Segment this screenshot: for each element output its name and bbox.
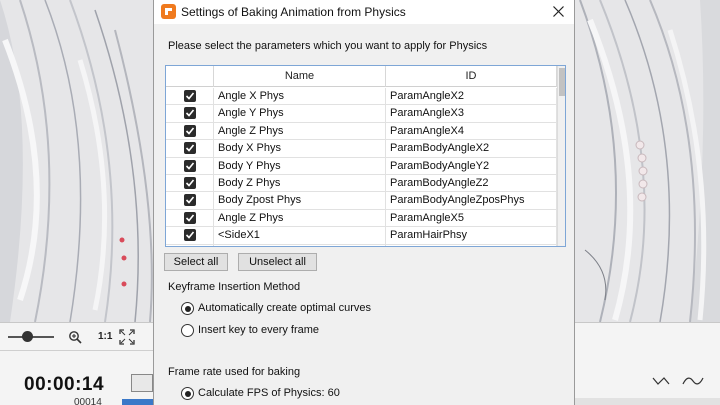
keyframe-method-heading: Keyframe Insertion Method (168, 281, 301, 293)
table-row[interactable]: Body X Phys ParamBodyAngleX2 (166, 140, 557, 158)
cubism-logo-icon (161, 4, 176, 19)
table-row[interactable]: Body Z Phys ParamBodyAngleZ2 (166, 175, 557, 193)
row-checkbox[interactable] (184, 194, 196, 207)
timeline-divider (0, 350, 153, 351)
row-checkbox[interactable] (184, 211, 196, 224)
param-name: Body X Phys (214, 140, 386, 157)
timeline-playhead-bar[interactable] (122, 399, 153, 405)
instruction-text: Please select the parameters which you w… (168, 40, 488, 52)
param-id: ParamAngleX4 (386, 122, 557, 140)
row-checkbox[interactable] (184, 229, 196, 242)
param-id: ParamBodyAngleY2 (386, 157, 557, 174)
param-name: Angle Z Phys (214, 209, 386, 227)
radio-button[interactable] (181, 302, 194, 315)
radio-label: Automatically create optimal curves (198, 302, 372, 314)
param-name: Body Z Phys (214, 175, 386, 192)
param-id: ParamAngleX5 (386, 209, 557, 227)
scrollbar-thumb[interactable] (559, 68, 565, 96)
table-row[interactable]: Angle X Phys ParamAngleX2 (166, 88, 557, 106)
row-checkbox[interactable] (184, 107, 196, 120)
timeline-track (575, 398, 720, 405)
zoom-slider-thumb[interactable] (22, 331, 33, 342)
column-header-id[interactable]: ID (386, 66, 557, 87)
param-id: ParamAngleX2 (386, 88, 557, 105)
row-checkbox[interactable] (184, 159, 196, 172)
param-name: Angle Z Phys (214, 122, 386, 140)
row-checkbox[interactable] (184, 177, 196, 189)
radio-label: Insert key to every frame (198, 324, 320, 336)
row-checkbox[interactable] (184, 90, 196, 102)
param-id: ParamHairPhsy (386, 227, 557, 244)
unselect-all-button[interactable]: Unselect all (238, 253, 317, 271)
close-icon (553, 6, 564, 17)
table-row[interactable] (166, 244, 557, 246)
param-name: Angle Y Phys (214, 105, 386, 122)
parameter-table: Name ID Angle X Phys ParamAngleX2 Angle … (165, 65, 566, 247)
param-id: ParamBodyAngleZ2 (386, 175, 557, 192)
table-scrollbar[interactable] (557, 66, 565, 246)
row-checkbox[interactable] (184, 124, 196, 137)
param-name: Body Zpost Phys (214, 192, 386, 209)
smooth-curve-icon[interactable] (682, 374, 704, 388)
toolbar-right (575, 322, 720, 405)
param-id: ParamAngleX3 (386, 105, 557, 122)
radio-button[interactable] (181, 387, 194, 400)
row-checkbox[interactable] (184, 142, 196, 155)
fit-to-screen-icon[interactable] (119, 329, 135, 345)
param-name: <SideX1 (214, 227, 386, 244)
timecode-display: 00:00:14 (24, 374, 105, 395)
radio-label: Calculate FPS of Physics: 60 (198, 387, 340, 399)
param-id: ParamBodyAngleZposPhys (386, 192, 557, 209)
zoom-ratio-button[interactable]: 1:1 (98, 331, 112, 342)
framerate-heading: Frame rate used for baking (168, 366, 301, 378)
table-row[interactable]: Angle Z Phys ParamAngleX5 (166, 209, 557, 228)
bake-physics-dialog: Settings of Baking Animation from Physic… (153, 0, 575, 405)
curve-editor-button[interactable] (131, 374, 153, 392)
column-header-name[interactable]: Name (214, 66, 386, 87)
table-row[interactable]: Body Y Phys ParamBodyAngleY2 (166, 157, 557, 175)
close-button[interactable] (543, 0, 574, 24)
frame-counter: 00014 (74, 397, 102, 405)
zoom-in-icon[interactable] (68, 330, 82, 344)
table-header: Name ID (166, 66, 557, 87)
param-name: Body Y Phys (214, 157, 386, 174)
table-row[interactable]: <SideX1 ParamHairPhsy (166, 227, 557, 245)
radio-button[interactable] (181, 324, 194, 337)
row-checkbox[interactable] (184, 245, 196, 246)
column-header-check[interactable] (166, 66, 214, 87)
select-all-button[interactable]: Select all (164, 253, 228, 271)
table-row[interactable]: Body Zpost Phys ParamBodyAngleZposPhys (166, 192, 557, 210)
param-name: Angle X Phys (214, 88, 386, 105)
dialog-title: Settings of Baking Animation from Physic… (181, 5, 406, 19)
table-row[interactable]: Angle Z Phys ParamAngleX4 (166, 122, 557, 141)
linear-curve-icon[interactable] (652, 374, 670, 388)
table-row[interactable]: Angle Y Phys ParamAngleX3 (166, 105, 557, 123)
param-id: ParamBodyAngleX2 (386, 140, 557, 157)
dialog-titlebar[interactable]: Settings of Baking Animation from Physic… (154, 0, 574, 24)
